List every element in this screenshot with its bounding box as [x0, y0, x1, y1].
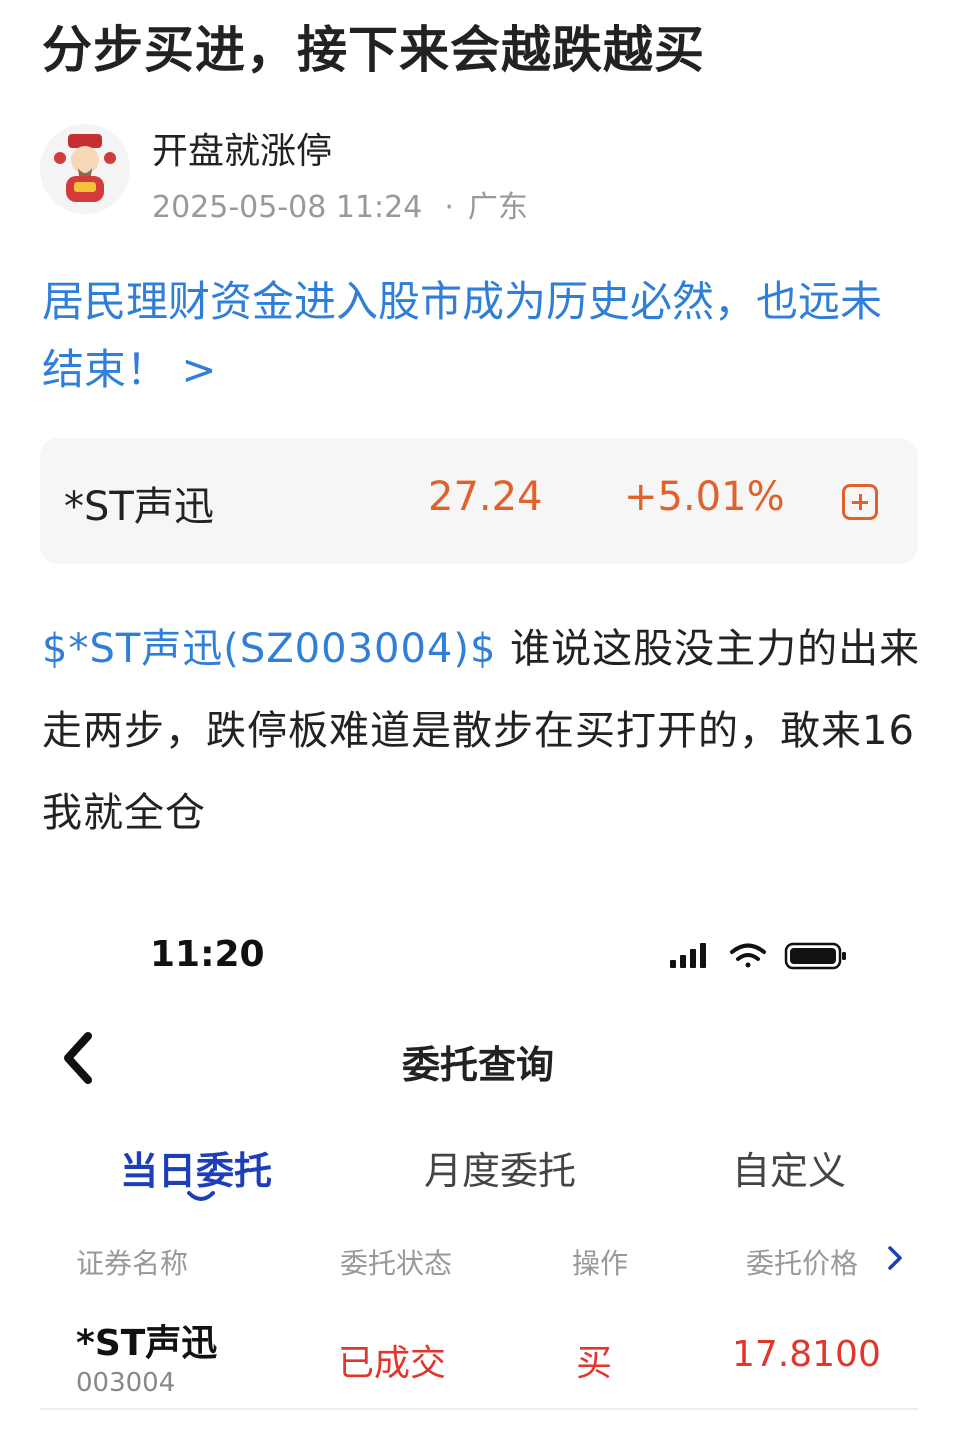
avatar-image: [40, 124, 130, 214]
post-location: 广东: [467, 190, 528, 225]
nav-title: 委托查询: [401, 1043, 554, 1087]
stock-cashtag-link[interactable]: $*ST声迅(SZ003004)$: [42, 626, 496, 672]
column-header-security-name: 证券名称: [76, 1247, 189, 1280]
tab-monthly-orders[interactable]: 月度委托: [424, 1140, 576, 1195]
author-name[interactable]: 开盘就涨停: [152, 122, 332, 174]
stock-price: 27.24: [428, 474, 543, 520]
stock-name: *ST声迅: [64, 484, 214, 530]
tab-custom[interactable]: 自定义: [732, 1140, 846, 1195]
separator-dot: ·: [444, 190, 454, 225]
topic-link[interactable]: 居民理财资金进入股市成为历史必然，也远未结束！ >: [42, 268, 922, 404]
status-time: 11:20: [150, 934, 265, 975]
author-avatar[interactable]: [40, 124, 130, 214]
post-datetime: 2025-05-08 11:24: [152, 190, 423, 225]
chevron-right-icon[interactable]: [886, 1244, 904, 1272]
row-action: 买: [576, 1343, 613, 1384]
column-header-order-status: 委托状态: [340, 1247, 453, 1280]
stock-change: +5.01%: [624, 474, 785, 520]
signal-icon: [670, 943, 706, 968]
add-watchlist-icon[interactable]: [842, 484, 878, 520]
battery-icon: [784, 942, 846, 970]
post-title: 分步买进，接下来会越跌越买: [42, 21, 705, 79]
row-order-status: 已成交: [338, 1343, 447, 1384]
row-security-name: *ST声迅: [76, 1323, 218, 1364]
post-meta: 2025-05-08 11:24 · 广东: [152, 182, 528, 226]
row-order-price: 17.8100: [732, 1334, 881, 1375]
active-tab-indicator: [187, 1191, 215, 1201]
column-header-action: 操作: [572, 1247, 629, 1280]
row-security-code: 003004: [76, 1368, 176, 1398]
post-body: $*ST声迅(SZ003004)$ 谁说这股没主力的出来走两步，跌停板难道是散步…: [42, 608, 922, 854]
status-bar-icons: [670, 942, 846, 970]
tab-today-orders[interactable]: 当日委托: [120, 1140, 272, 1195]
column-header-order-price: 委托价格: [746, 1247, 859, 1280]
row-divider: [40, 1408, 918, 1410]
wifi-icon: [730, 943, 766, 968]
